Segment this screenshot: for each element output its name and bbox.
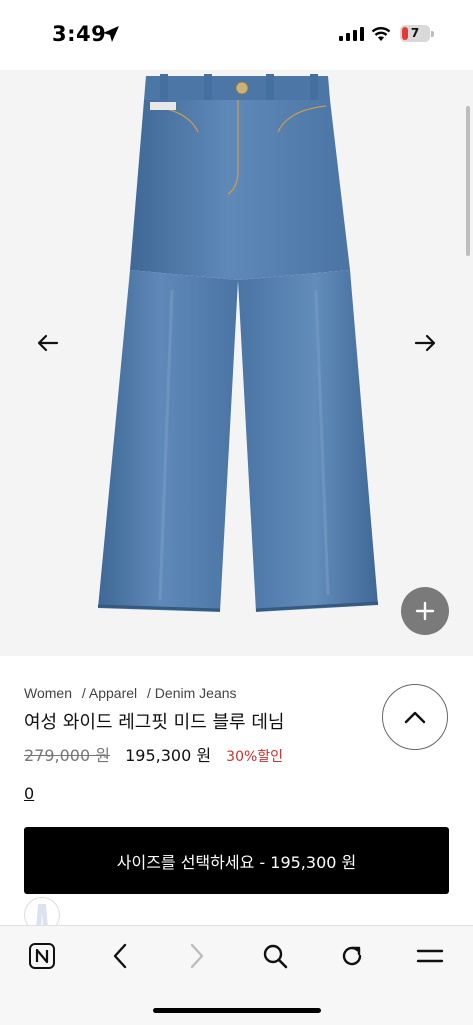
refresh-icon — [342, 946, 362, 966]
price-row: 279,000 원 195,300 원 30%할인 — [24, 742, 283, 766]
sale-price: 195,300 원 — [125, 746, 212, 765]
menu-icon — [416, 949, 444, 963]
review-count-link[interactable]: 0 — [24, 784, 34, 803]
zoom-button[interactable] — [401, 587, 449, 635]
plus-icon — [415, 601, 435, 621]
cellular-signal-icon — [339, 27, 364, 41]
forward-button[interactable] — [177, 940, 217, 972]
chevron-up-icon — [404, 711, 426, 724]
arrow-right-icon — [414, 334, 436, 352]
home-indicator[interactable] — [153, 1008, 321, 1013]
select-size-button[interactable]: 사이즈를 선택하세요 - 195,300 원 — [24, 827, 449, 894]
menu-button[interactable] — [410, 940, 450, 972]
breadcrumb-women[interactable]: Women — [24, 685, 72, 701]
location-arrow-icon — [103, 26, 119, 42]
breadcrumb: Women / Apparel / Denim Jeans — [24, 685, 243, 701]
arrow-left-icon — [37, 334, 59, 352]
product-gallery[interactable] — [0, 70, 473, 656]
scroll-top-button[interactable] — [382, 684, 448, 750]
gallery-prev-button[interactable] — [28, 323, 68, 363]
scrollbar[interactable] — [466, 106, 470, 256]
search-button[interactable] — [255, 940, 295, 972]
status-bar: 3:49 7 — [0, 0, 473, 70]
product-image — [97, 74, 379, 612]
forward-icon — [190, 943, 204, 969]
wifi-icon — [371, 27, 391, 41]
product-title: 여성 와이드 레그핏 미드 블루 데님 — [24, 712, 285, 733]
back-icon — [113, 943, 127, 969]
naver-home-icon — [29, 943, 55, 969]
original-price: 279,000 원 — [24, 746, 110, 765]
refresh-button[interactable] — [332, 940, 372, 972]
naver-home-button[interactable] — [22, 940, 62, 972]
browser-toolbar — [0, 925, 473, 1025]
search-icon — [263, 944, 288, 969]
gallery-next-button[interactable] — [405, 323, 445, 363]
battery-icon: 7 — [400, 25, 434, 44]
back-button[interactable] — [100, 940, 140, 972]
breadcrumb-apparel[interactable]: / Apparel — [82, 685, 137, 701]
discount-badge: 30%할인 — [226, 749, 284, 765]
breadcrumb-denim-jeans[interactable]: / Denim Jeans — [147, 685, 236, 701]
battery-level: 7 — [410, 26, 420, 40]
status-time: 3:49 — [52, 22, 107, 46]
